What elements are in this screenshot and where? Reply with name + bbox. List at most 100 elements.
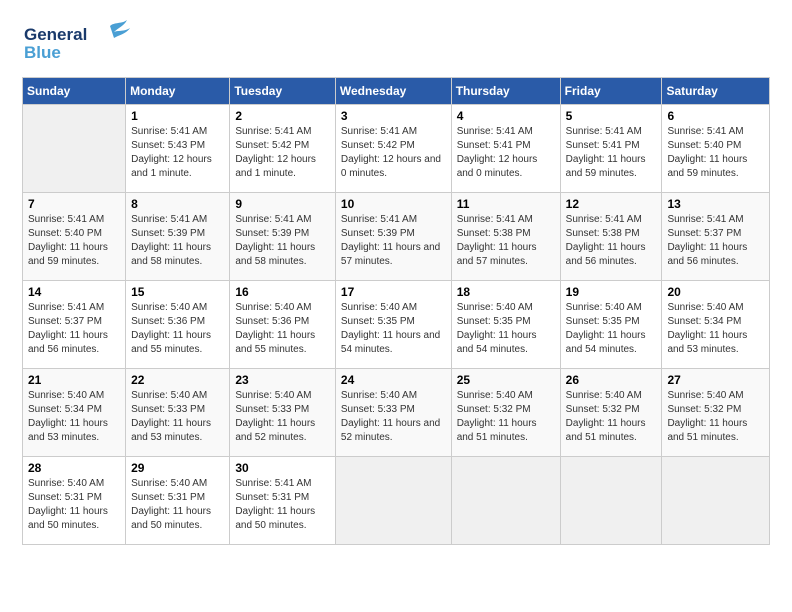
- day-info: Sunrise: 5:40 AMSunset: 5:34 PMDaylight:…: [28, 389, 120, 445]
- day-info: Sunrise: 5:40 AMSunset: 5:35 PMDaylight:…: [566, 301, 657, 357]
- day-cell: 30 Sunrise: 5:41 AMSunset: 5:31 PMDayligh…: [230, 457, 336, 545]
- day-info: Sunrise: 5:40 AMSunset: 5:33 PMDaylight:…: [341, 389, 446, 445]
- day-number: 15: [131, 285, 224, 299]
- day-info: Sunrise: 5:41 AMSunset: 5:43 PMDaylight:…: [131, 125, 224, 181]
- day-cell: 19 Sunrise: 5:40 AMSunset: 5:35 PMDayligh…: [560, 281, 662, 369]
- day-cell: 23Sunrise: 5:40 AMSunset: 5:33 PMDayligh…: [230, 369, 336, 457]
- day-info: Sunrise: 5:41 AMSunset: 5:38 PMDaylight:…: [566, 213, 657, 269]
- day-cell: 2 Sunrise: 5:41 AMSunset: 5:42 PMDaylight…: [230, 105, 336, 193]
- day-cell: 9 Sunrise: 5:41 AMSunset: 5:39 PMDaylight…: [230, 193, 336, 281]
- day-number: 14: [28, 285, 120, 299]
- day-cell: 29 Sunrise: 5:40 AMSunset: 5:31 PMDayligh…: [126, 457, 230, 545]
- day-number: 29: [131, 461, 224, 475]
- week-row-2: 7 Sunrise: 5:41 AMSunset: 5:40 PMDaylight…: [23, 193, 770, 281]
- column-header-monday: Monday: [126, 78, 230, 105]
- day-info: Sunrise: 5:40 AMSunset: 5:32 PMDaylight:…: [566, 389, 657, 445]
- day-cell: [23, 105, 126, 193]
- day-info: Sunrise: 5:40 AMSunset: 5:33 PMDaylight:…: [235, 389, 330, 445]
- day-cell: 15 Sunrise: 5:40 AMSunset: 5:36 PMDayligh…: [126, 281, 230, 369]
- day-number: 4: [457, 109, 555, 123]
- day-info: Sunrise: 5:40 AMSunset: 5:31 PMDaylight:…: [28, 477, 120, 533]
- day-number: 16: [235, 285, 330, 299]
- week-row-1: 1 Sunrise: 5:41 AMSunset: 5:43 PMDaylight…: [23, 105, 770, 193]
- day-info: Sunrise: 5:41 AMSunset: 5:42 PMDaylight:…: [235, 125, 330, 181]
- day-cell: 4 Sunrise: 5:41 AMSunset: 5:41 PMDaylight…: [451, 105, 560, 193]
- day-cell: 18 Sunrise: 5:40 AMSunset: 5:35 PMDayligh…: [451, 281, 560, 369]
- column-header-saturday: Saturday: [662, 78, 770, 105]
- day-number: 26: [566, 373, 657, 387]
- day-number: 17: [341, 285, 446, 299]
- svg-text:Blue: Blue: [24, 43, 61, 62]
- day-cell: 8 Sunrise: 5:41 AMSunset: 5:39 PMDaylight…: [126, 193, 230, 281]
- day-info: Sunrise: 5:40 AMSunset: 5:36 PMDaylight:…: [131, 301, 224, 357]
- day-cell: [335, 457, 451, 545]
- column-header-wednesday: Wednesday: [335, 78, 451, 105]
- day-number: 10: [341, 197, 446, 211]
- day-number: 7: [28, 197, 120, 211]
- day-info: Sunrise: 5:40 AMSunset: 5:35 PMDaylight:…: [457, 301, 555, 357]
- day-info: Sunrise: 5:41 AMSunset: 5:40 PMDaylight:…: [28, 213, 120, 269]
- day-info: Sunrise: 5:40 AMSunset: 5:36 PMDaylight:…: [235, 301, 330, 357]
- day-info: Sunrise: 5:41 AMSunset: 5:37 PMDaylight:…: [667, 213, 764, 269]
- day-info: Sunrise: 5:41 AMSunset: 5:38 PMDaylight:…: [457, 213, 555, 269]
- day-info: Sunrise: 5:40 AMSunset: 5:33 PMDaylight:…: [131, 389, 224, 445]
- day-info: Sunrise: 5:40 AMSunset: 5:31 PMDaylight:…: [131, 477, 224, 533]
- column-header-thursday: Thursday: [451, 78, 560, 105]
- day-info: Sunrise: 5:41 AMSunset: 5:40 PMDaylight:…: [667, 125, 764, 181]
- day-cell: 26 Sunrise: 5:40 AMSunset: 5:32 PMDayligh…: [560, 369, 662, 457]
- day-number: 18: [457, 285, 555, 299]
- week-row-5: 28 Sunrise: 5:40 AMSunset: 5:31 PMDayligh…: [23, 457, 770, 545]
- day-cell: 12 Sunrise: 5:41 AMSunset: 5:38 PMDayligh…: [560, 193, 662, 281]
- day-number: 9: [235, 197, 330, 211]
- day-number: 22: [131, 373, 224, 387]
- day-number: 25: [457, 373, 555, 387]
- day-info: Sunrise: 5:41 AMSunset: 5:42 PMDaylight:…: [341, 125, 446, 181]
- day-info: Sunrise: 5:40 AMSunset: 5:32 PMDaylight:…: [667, 389, 764, 445]
- day-number: 2: [235, 109, 330, 123]
- day-number: 19: [566, 285, 657, 299]
- day-info: Sunrise: 5:40 AMSunset: 5:34 PMDaylight:…: [667, 301, 764, 357]
- day-cell: 24 Sunrise: 5:40 AMSunset: 5:33 PMDayligh…: [335, 369, 451, 457]
- day-cell: 7 Sunrise: 5:41 AMSunset: 5:40 PMDaylight…: [23, 193, 126, 281]
- day-info: Sunrise: 5:41 AMSunset: 5:39 PMDaylight:…: [131, 213, 224, 269]
- day-cell: 3Sunrise: 5:41 AMSunset: 5:42 PMDaylight…: [335, 105, 451, 193]
- day-cell: 6Sunrise: 5:41 AMSunset: 5:40 PMDaylight…: [662, 105, 770, 193]
- day-info: Sunrise: 5:41 AMSunset: 5:31 PMDaylight:…: [235, 477, 330, 533]
- day-number: 8: [131, 197, 224, 211]
- day-cell: 11Sunrise: 5:41 AMSunset: 5:38 PMDayligh…: [451, 193, 560, 281]
- day-cell: 25Sunrise: 5:40 AMSunset: 5:32 PMDayligh…: [451, 369, 560, 457]
- day-info: Sunrise: 5:41 AMSunset: 5:41 PMDaylight:…: [566, 125, 657, 181]
- logo: General Blue: [22, 18, 132, 67]
- day-info: Sunrise: 5:41 AMSunset: 5:41 PMDaylight:…: [457, 125, 555, 181]
- day-cell: 20 Sunrise: 5:40 AMSunset: 5:34 PMDayligh…: [662, 281, 770, 369]
- header: General Blue: [22, 18, 770, 67]
- week-row-4: 21 Sunrise: 5:40 AMSunset: 5:34 PMDayligh…: [23, 369, 770, 457]
- day-number: 12: [566, 197, 657, 211]
- day-number: 24: [341, 373, 446, 387]
- day-info: Sunrise: 5:41 AMSunset: 5:39 PMDaylight:…: [235, 213, 330, 269]
- day-cell: [662, 457, 770, 545]
- day-cell: 28 Sunrise: 5:40 AMSunset: 5:31 PMDayligh…: [23, 457, 126, 545]
- day-info: Sunrise: 5:40 AMSunset: 5:35 PMDaylight:…: [341, 301, 446, 357]
- day-cell: 13 Sunrise: 5:41 AMSunset: 5:37 PMDayligh…: [662, 193, 770, 281]
- calendar-header-row: SundayMondayTuesdayWednesdayThursdayFrid…: [23, 78, 770, 105]
- day-number: 5: [566, 109, 657, 123]
- calendar-table: SundayMondayTuesdayWednesdayThursdayFrid…: [22, 77, 770, 545]
- day-number: 20: [667, 285, 764, 299]
- day-cell: 21 Sunrise: 5:40 AMSunset: 5:34 PMDayligh…: [23, 369, 126, 457]
- svg-text:General: General: [24, 25, 87, 44]
- day-cell: 10 Sunrise: 5:41 AMSunset: 5:39 PMDayligh…: [335, 193, 451, 281]
- day-info: Sunrise: 5:41 AMSunset: 5:37 PMDaylight:…: [28, 301, 120, 357]
- day-number: 13: [667, 197, 764, 211]
- day-cell: 16 Sunrise: 5:40 AMSunset: 5:36 PMDayligh…: [230, 281, 336, 369]
- day-number: 1: [131, 109, 224, 123]
- week-row-3: 14 Sunrise: 5:41 AMSunset: 5:37 PMDayligh…: [23, 281, 770, 369]
- column-header-sunday: Sunday: [23, 78, 126, 105]
- column-header-tuesday: Tuesday: [230, 78, 336, 105]
- day-number: 21: [28, 373, 120, 387]
- day-number: 28: [28, 461, 120, 475]
- logo-icon: General Blue: [22, 18, 132, 62]
- day-cell: 14 Sunrise: 5:41 AMSunset: 5:37 PMDayligh…: [23, 281, 126, 369]
- day-info: Sunrise: 5:41 AMSunset: 5:39 PMDaylight:…: [341, 213, 446, 269]
- day-number: 30: [235, 461, 330, 475]
